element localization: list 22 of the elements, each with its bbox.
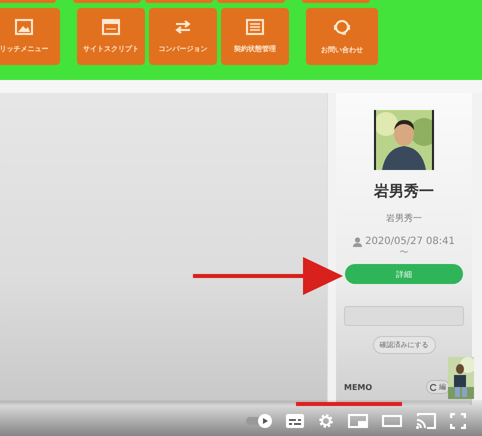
- subtitles-icon[interactable]: [286, 414, 304, 428]
- list-icon: [246, 19, 264, 35]
- swap-arrows-icon: [174, 19, 192, 35]
- browser-icon: [102, 19, 120, 35]
- memo-label: MEMO: [344, 382, 372, 392]
- user-icon: [353, 236, 362, 246]
- theater-mode-icon[interactable]: [382, 415, 402, 427]
- settings-icon[interactable]: [318, 413, 334, 429]
- date-text: 2020/05/27 08:41: [365, 236, 455, 247]
- autoplay-toggle-icon[interactable]: [246, 414, 272, 428]
- miniplayer-icon[interactable]: [348, 414, 368, 428]
- arrow-icon: [193, 255, 343, 297]
- fullscreen-icon[interactable]: [450, 413, 466, 429]
- input-field[interactable]: [344, 306, 464, 326]
- range-mark: 〜: [400, 248, 408, 258]
- headset-icon: [333, 18, 351, 36]
- detail-button[interactable]: 詳細: [345, 264, 463, 284]
- cast-icon[interactable]: [416, 413, 436, 429]
- profile-name: 岩男秀一: [374, 182, 434, 201]
- display-name: 岩男秀一: [386, 212, 422, 225]
- image-icon: [15, 19, 33, 35]
- refresh-icon: [430, 384, 437, 390]
